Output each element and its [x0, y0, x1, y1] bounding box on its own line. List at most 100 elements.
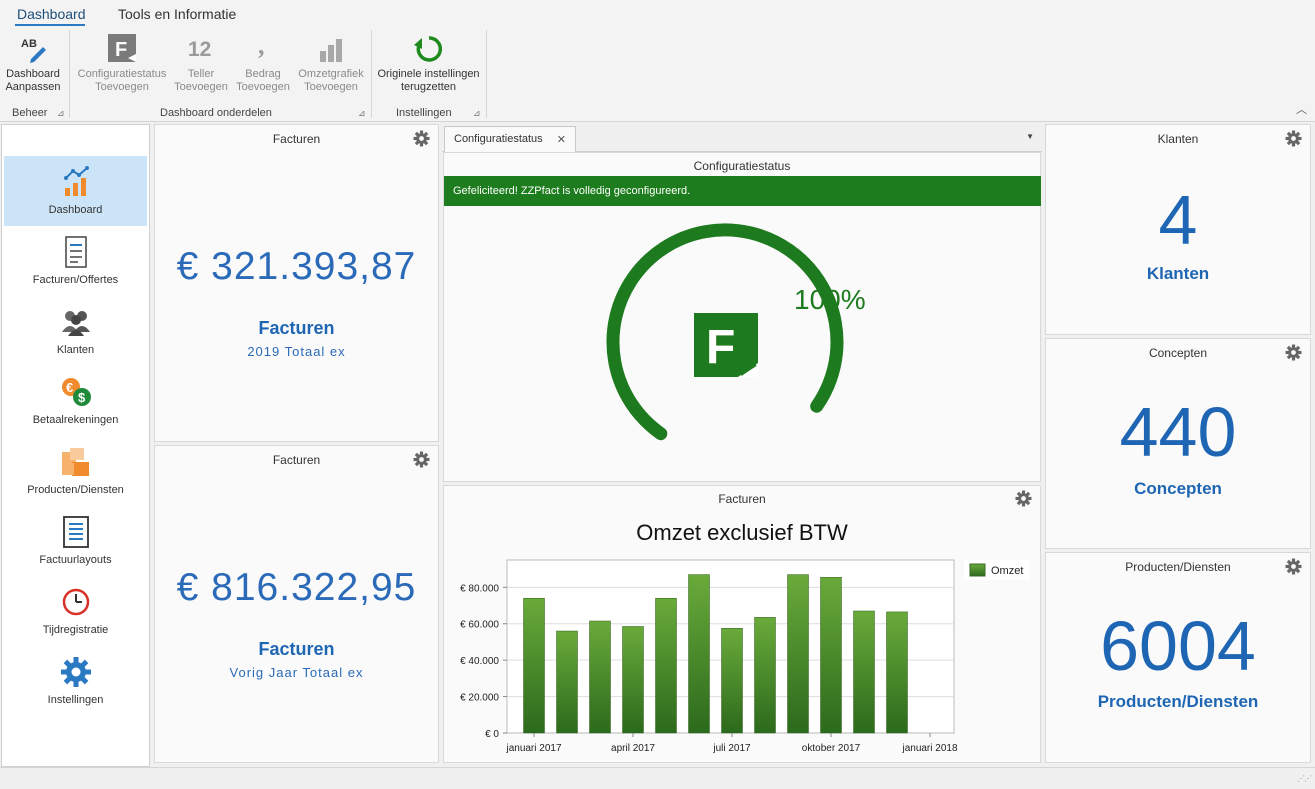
tab-configuratiestatus[interactable]: Configuratiestatus ✕: [444, 126, 576, 152]
group-separator: [486, 30, 487, 118]
money-icon: € $: [61, 378, 91, 406]
gear-icon: [60, 657, 91, 687]
logo-letter: F: [706, 321, 735, 374]
config-tabstrip: Configuratiestatus ✕ ▼: [442, 124, 1042, 152]
sidebar: Dashboard Facturen/Offertes Klanten € $ …: [1, 124, 150, 767]
progress-percent: 100%: [794, 284, 866, 315]
progress-ring: F: [606, 223, 844, 441]
teller-toevoegen-button[interactable]: 12 Teller Toevoegen: [173, 34, 229, 94]
omzetgrafiek-toevoegen-button[interactable]: Omzetgrafiek Toevoegen: [296, 34, 366, 94]
producten-diensten-panel: Producten/Diensten 6004 Producten/Dienst…: [1045, 552, 1311, 763]
chart-legend: Omzet: [964, 560, 1030, 580]
dashboard-aanpassen-button[interactable]: AB Dashboard Aanpassen: [4, 34, 62, 94]
bedrag-toevoegen-button[interactable]: , Bedrag Toevoegen: [234, 34, 292, 94]
panel-settings-gear-icon[interactable]: [1285, 130, 1302, 147]
sidebar-item-dashboard[interactable]: Dashboard: [4, 156, 147, 226]
panel-settings-gear-icon[interactable]: [413, 130, 430, 147]
close-icon[interactable]: ✕: [557, 133, 566, 146]
chart-bar: [622, 626, 644, 734]
chart-bar: [688, 574, 710, 734]
configuratiestatus-label: Configuratiestatus Toevoegen: [77, 68, 167, 93]
dashboard-aanpassen-label: Dashboard Aanpassen: [5, 68, 61, 93]
group-launcher-icon[interactable]: ⊿: [358, 108, 366, 119]
chevron-down-icon[interactable]: ▼: [1026, 132, 1034, 141]
count-value: 6004: [1100, 607, 1256, 685]
chart-bar: [523, 597, 545, 734]
x-tick-label: april 2017: [611, 743, 655, 754]
panel-settings-gear-icon[interactable]: [1285, 558, 1302, 575]
chart-bar: [820, 577, 842, 734]
omzet-chart: Omzet exclusief BTW € 0 € 20.000 € 40.000 €…: [460, 520, 1030, 754]
sidebar-item-betaalrekeningen[interactable]: € $ Betaalrekeningen: [4, 366, 147, 436]
panel-settings-gear-icon[interactable]: [1285, 344, 1302, 361]
resize-grip-icon[interactable]: ⋰⋰: [1297, 774, 1312, 783]
group-separator: [371, 30, 372, 118]
sidebar-item-label: Facturen/Offertes: [32, 274, 119, 286]
amount-label: Facturen: [258, 318, 335, 338]
x-tick-label: januari 2017: [505, 743, 561, 754]
panel-settings-gear-icon[interactable]: [1015, 490, 1032, 507]
count-label: Klanten: [1146, 264, 1210, 283]
configuratiestatus-toevoegen-button[interactable]: F Configuratiestatus Toevoegen: [74, 34, 170, 94]
success-message: Gefeliciteerd! ZZPfact is volledig gecon…: [444, 176, 1041, 206]
panel-title: Facturen: [272, 453, 321, 467]
amount-value: € 321.393,87: [176, 245, 417, 288]
chart-bar: [589, 620, 611, 734]
count-value: 440: [1119, 393, 1237, 471]
chart-bar: [754, 617, 776, 734]
panel-settings-gear-icon[interactable]: [413, 451, 430, 468]
group-launcher-icon[interactable]: ⊿: [57, 108, 65, 119]
sidebar-item-label: Dashboard: [48, 204, 103, 216]
sidebar-item-label: Klanten: [56, 344, 95, 356]
amount-glyph: ,: [258, 34, 265, 60]
edit-layout-icon: AB: [21, 38, 46, 63]
sidebar-item-instellingen[interactable]: Instellingen: [4, 646, 147, 716]
sidebar-item-producten-diensten[interactable]: Producten/Diensten: [4, 436, 147, 506]
sidebar-item-klanten[interactable]: Klanten: [4, 296, 147, 366]
boxes-icon: [61, 448, 89, 476]
panel-title: Concepten: [1148, 346, 1208, 360]
tab-tools-en-informatie[interactable]: Tools en Informatie: [118, 6, 236, 22]
counter-icon: 12: [188, 38, 211, 61]
legend-label: Omzet: [991, 565, 1023, 577]
svg-text:$: $: [78, 390, 86, 405]
chart-bar: [721, 628, 743, 734]
group-label-dashboard-onderdelen: Dashboard onderdelen: [160, 107, 272, 119]
zzpfact-logo-icon: F: [694, 313, 758, 377]
facturen-totaal-panel: Facturen € 321.393,87 Facturen 2019 Tota…: [154, 124, 439, 442]
chart-bar: [853, 610, 875, 734]
sidebar-item-factuurlayouts[interactable]: Factuurlayouts: [4, 506, 147, 576]
omzetgrafiek-label: Omzetgrafiek Toevoegen: [298, 68, 364, 93]
count-label: Concepten: [1134, 479, 1222, 498]
group-launcher-icon[interactable]: ⊿: [473, 108, 481, 119]
svg-text:F: F: [115, 39, 127, 61]
tab-dashboard[interactable]: Dashboard: [17, 6, 86, 22]
concepten-panel: Concepten 440 Concepten: [1045, 338, 1311, 549]
y-tick-label: € 0: [485, 729, 499, 740]
count-value: 4: [1158, 181, 1198, 259]
amount-label: Facturen: [258, 639, 335, 659]
klanten-panel: Klanten 4 Klanten: [1045, 124, 1311, 335]
originele-instellingen-button[interactable]: Originele instellingen terugzetten: [376, 34, 481, 94]
amount-sublabel: Vorig Jaar Totaal ex: [229, 665, 364, 680]
legend-swatch: [969, 563, 986, 577]
group-label-instellingen: Instellingen: [396, 107, 452, 119]
active-tab-indicator: [15, 24, 85, 26]
group-label-beheer: Beheer: [12, 107, 48, 119]
chart-bar: [556, 630, 578, 734]
chart-icon: [63, 166, 89, 196]
sidebar-item-tijdregistratie[interactable]: Tijdregistratie: [4, 576, 147, 646]
counter-glyph: 12: [188, 38, 211, 61]
amount-sublabel: 2019 Totaal ex: [247, 344, 346, 359]
collapse-ribbon-icon[interactable]: ︿: [1296, 101, 1307, 117]
sidebar-item-facturen-offertes[interactable]: Facturen/Offertes: [4, 226, 147, 296]
chart-bar: [886, 611, 908, 734]
refresh-icon: [413, 36, 442, 62]
sidebar-item-label: Factuurlayouts: [39, 554, 112, 566]
ab-glyph: AB: [21, 38, 37, 50]
y-tick-label: € 20.000: [460, 693, 499, 704]
sidebar-item-label: Betaalrekeningen: [32, 414, 119, 426]
chart-bar: [655, 597, 677, 734]
configuratiestatus-panel: Configuratiestatus Gefeliciteerd! ZZPfac…: [443, 152, 1041, 482]
zzpfact-logo-icon: F: [108, 34, 136, 62]
